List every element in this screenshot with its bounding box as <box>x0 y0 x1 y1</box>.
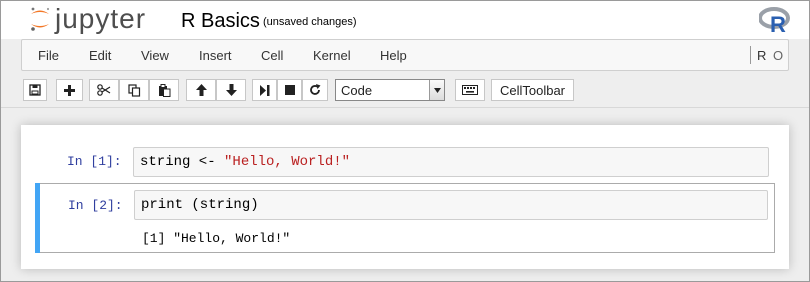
arrow-down-icon <box>225 84 237 96</box>
move-down-button[interactable] <box>216 79 246 101</box>
menu-view[interactable]: View <box>141 48 169 63</box>
stop-icon <box>284 85 295 95</box>
refresh-icon <box>310 84 321 95</box>
notebook-header: jupyter R Basics (unsaved changes) R <box>1 1 809 39</box>
notebook-title[interactable]: R Basics <box>181 10 260 33</box>
insert-cell-button[interactable] <box>56 79 83 101</box>
cell-type-value: Code <box>341 83 373 98</box>
command-palette-button[interactable] <box>455 79 485 101</box>
r-kernel-logo: R <box>758 6 791 39</box>
menubar: File Edit View Insert Cell Kernel Help R… <box>21 39 789 71</box>
save-status: (unsaved changes) <box>263 16 357 28</box>
code-text-2: print (string) <box>141 197 259 213</box>
code-line-2: print (string) <box>141 197 259 213</box>
interrupt-kernel-button[interactable] <box>277 79 302 101</box>
keyboard-icon <box>462 85 478 95</box>
kernel-name: R <box>757 48 767 63</box>
save-button[interactable] <box>23 79 47 101</box>
kernel-indicator: R O <box>750 46 787 64</box>
copy-icon <box>127 83 140 97</box>
copy-button[interactable] <box>119 79 149 101</box>
menu-insert[interactable]: Insert <box>199 48 232 63</box>
menu-help[interactable]: Help <box>380 48 407 63</box>
menu-edit[interactable]: Edit <box>89 48 111 63</box>
jupyter-orbit-icon <box>31 7 50 31</box>
restart-kernel-button[interactable] <box>302 79 328 101</box>
cell-output-2: [1] "Hello, World!" <box>142 231 291 246</box>
cut-button[interactable] <box>89 79 119 101</box>
code-text-1: string <- <box>140 154 225 170</box>
r-logo-letter: R <box>770 12 786 34</box>
paste-icon <box>158 83 170 97</box>
code-line-1: string <- "Hello, World!" <box>140 154 350 170</box>
move-up-button[interactable] <box>186 79 216 101</box>
toolbar-divider <box>1 107 809 108</box>
toolbar: Code CellToolbar <box>1 71 809 109</box>
celltoolbar-button[interactable]: CellToolbar <box>491 79 574 101</box>
menu-cell[interactable]: Cell <box>261 48 283 63</box>
input-prompt-2: In [2]: <box>68 198 123 213</box>
code-input-2[interactable]: print (string) <box>134 190 768 220</box>
chevron-down-icon[interactable] <box>429 80 444 100</box>
code-input-1[interactable]: string <- "Hello, World!" <box>133 147 769 177</box>
jupyter-logo[interactable]: jupyter <box>29 3 146 35</box>
menu-file[interactable]: File <box>38 48 59 63</box>
plus-icon <box>64 84 75 96</box>
paste-button[interactable] <box>149 79 179 101</box>
input-prompt-1: In [1]: <box>67 154 122 169</box>
arrow-up-icon <box>195 84 207 96</box>
step-forward-icon <box>259 84 269 96</box>
circle-idle-icon: O <box>773 48 784 63</box>
code-cell-1[interactable]: In [1]: string <- "Hello, World!" <box>67 147 769 177</box>
menu-kernel[interactable]: Kernel <box>313 48 351 63</box>
save-icon <box>29 84 41 96</box>
code-cell-2-selected[interactable]: In [2]: print (string) [1] "Hello, World… <box>35 183 775 253</box>
cut-icon <box>97 84 111 96</box>
jupyter-wordmark: jupyter <box>55 3 147 34</box>
selected-cell-indicator <box>35 183 40 253</box>
notebook-container: In [1]: string <- "Hello, World!" In [2]… <box>21 125 789 269</box>
run-cell-button[interactable] <box>252 79 277 101</box>
code-string-1: "Hello, World!" <box>224 154 351 170</box>
cell-type-select[interactable]: Code <box>335 79 445 101</box>
